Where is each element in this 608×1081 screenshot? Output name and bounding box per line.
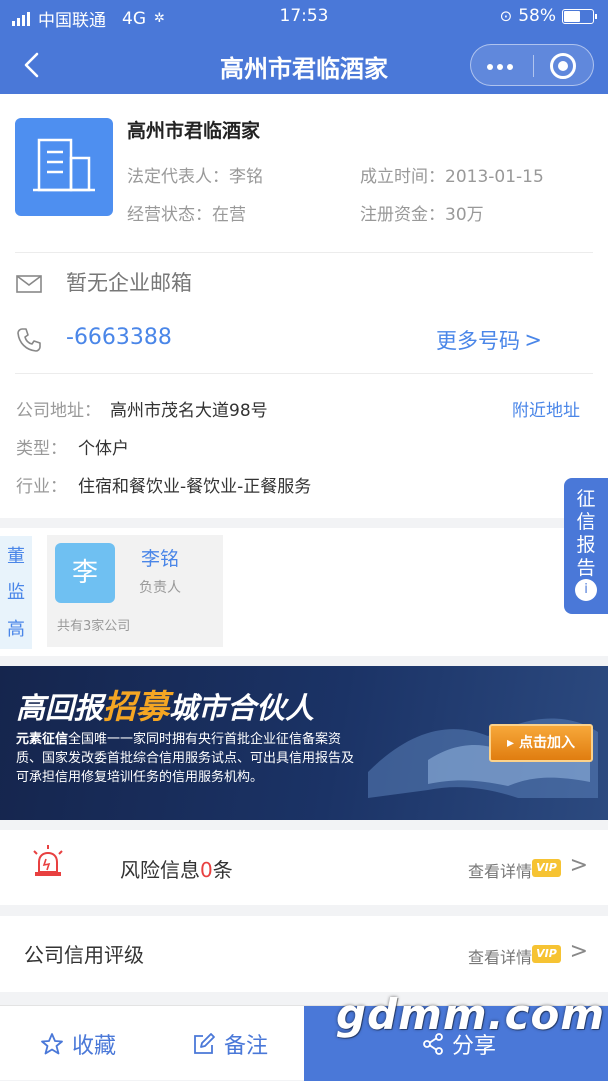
type-value: 个体户 [78, 439, 129, 459]
phone-icon [17, 328, 41, 352]
rating-view-details[interactable]: 查看详情 [468, 944, 532, 968]
battery-percent: 58% [518, 6, 556, 26]
banner-title-highlight: 招募 [103, 687, 170, 726]
type-label: 类型： [16, 439, 67, 459]
avatar: 李 [55, 543, 115, 603]
chevron-right-icon: > [569, 939, 588, 964]
legal-rep-label: 法定代表人： [127, 167, 229, 187]
status-value: 在营 [212, 205, 246, 225]
note-label: 备注 [224, 1034, 269, 1059]
note-button[interactable]: 备注 [192, 1006, 302, 1081]
capital-value: 30万 [445, 205, 484, 225]
company-card: 高州市君临酒家 法定代表人：李铭 成立时间：2013-01-15 经营状态：在营… [0, 94, 608, 518]
person-name[interactable]: 李铭 [141, 544, 179, 571]
industry-label: 行业： [16, 477, 67, 497]
more-numbers-arrow[interactable]: > [524, 328, 542, 352]
status-bar: 中国联通 4G ✲ 17:53 ⊙ 58% [0, 0, 608, 36]
alarm-siren-icon [33, 845, 63, 876]
tab-supervisors[interactable]: 监 [0, 578, 32, 604]
person-company-count: 共有3家公司 [57, 619, 131, 634]
star-icon [41, 1033, 63, 1055]
address-value: 高州市茂名大道98号 [110, 401, 268, 421]
chevron-right-icon: > [569, 853, 588, 878]
more-numbers-link[interactable]: 更多号码 [436, 325, 520, 355]
phone-number[interactable]: -6663388 [66, 325, 172, 350]
divider [15, 373, 593, 374]
info-icon: i [575, 579, 597, 601]
credit-rating-label: 公司信用评级 [24, 943, 144, 967]
risk-info-label: 风险信息0条 [120, 854, 233, 883]
company-name: 高州市君临酒家 [127, 120, 261, 142]
banner-title-post: 城市合伙人 [169, 691, 315, 725]
business-status: 经营状态：在营 [127, 200, 246, 225]
favorite-button[interactable]: 收藏 [40, 1006, 150, 1081]
mail-icon [16, 275, 42, 293]
banner-brand: 元素征信 [16, 732, 69, 747]
battery-icon [562, 8, 597, 24]
nav-bar: 高州市君临酒家 [0, 36, 608, 94]
address-label: 公司地址： [16, 401, 101, 421]
mini-program-capsule [470, 44, 594, 86]
banner-title: 高回报招募城市合伙人 [16, 680, 314, 728]
tab-directors[interactable]: 董 [0, 542, 32, 568]
founded-label: 成立时间： [360, 167, 445, 187]
nearby-address-link[interactable]: 附近地址 [512, 396, 580, 421]
site-watermark: gdmm.com [336, 990, 606, 1039]
vip-badge: VIP [532, 859, 561, 877]
tab-executives[interactable]: 高 [0, 615, 32, 641]
vip-badge: VIP [532, 945, 561, 963]
risk-count: 0 [200, 858, 213, 882]
orientation-lock-icon: ⊙ [499, 7, 513, 25]
edit-note-icon [194, 1033, 215, 1054]
favorite-label: 收藏 [72, 1034, 117, 1059]
building-icon [33, 138, 95, 192]
risk-unit: 条 [212, 858, 233, 882]
personnel-section: 董 监 高 李 李铭 负责人 共有3家公司 [0, 528, 608, 656]
credit-rating-row[interactable]: 公司信用评级 查看详情 VIP > [0, 916, 608, 992]
banner-description: 元素征信全国唯一一家同时拥有央行首批企业征信备案资质、国家发改委首批综合信用服务… [16, 730, 366, 787]
credit-report-label: 征信报告 [576, 488, 596, 579]
legal-rep-value: 李铭 [229, 167, 263, 187]
founded-value: 2013-01-15 [445, 167, 544, 187]
divider [15, 252, 593, 253]
company-logo [15, 118, 113, 216]
credit-report-tab[interactable]: 征信报告 i [564, 478, 608, 614]
risk-info-row[interactable]: 风险信息0条 查看详情 VIP > [0, 830, 608, 905]
more-dots-icon[interactable] [487, 64, 513, 70]
legal-representative: 法定代表人：李铭 [127, 162, 263, 187]
risk-label-text: 风险信息 [120, 858, 200, 882]
registered-capital: 注册资金：30万 [360, 200, 484, 225]
banner-title-pre: 高回报 [16, 691, 104, 725]
email-value: 暂无企业邮箱 [66, 271, 192, 295]
status-label: 经营状态： [127, 205, 212, 225]
capsule-divider [533, 55, 534, 77]
industry-value: 住宿和餐饮业-餐饮业-正餐服务 [78, 477, 312, 497]
founded-date: 成立时间：2013-01-15 [360, 162, 544, 187]
personnel-tabs: 董 监 高 [0, 536, 32, 649]
person-card[interactable]: 李 李铭 负责人 共有3家公司 [47, 535, 223, 647]
close-mini-program-icon[interactable] [550, 53, 576, 79]
capital-label: 注册资金： [360, 205, 445, 225]
risk-view-details[interactable]: 查看详情 [468, 858, 532, 882]
partner-recruit-banner[interactable]: 高回报招募城市合伙人 元素征信全国唯一一家同时拥有央行首批企业征信备案资质、国家… [0, 666, 608, 820]
join-button[interactable]: ▸ 点击加入 [489, 724, 593, 762]
person-role: 负责人 [139, 580, 181, 596]
